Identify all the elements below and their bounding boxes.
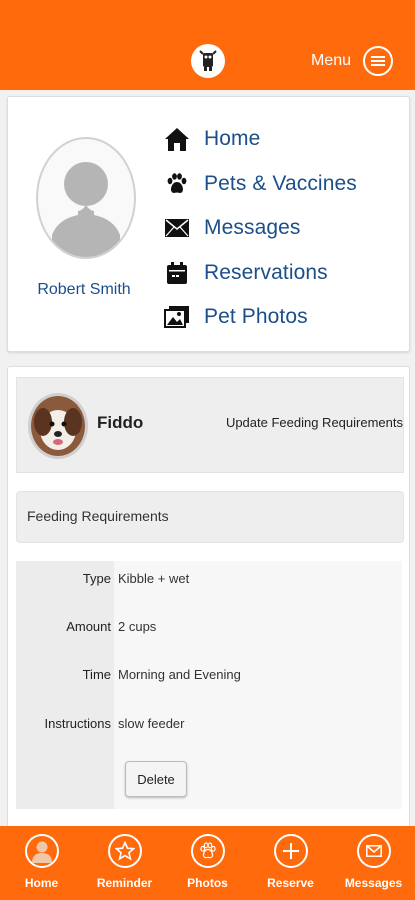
pet-name: Fiddo <box>97 413 144 432</box>
tab-reminder[interactable]: Reminder <box>83 834 166 896</box>
field-value: Morning and Evening <box>118 667 241 682</box>
home-icon <box>163 125 191 153</box>
user-name[interactable]: Robert Smith <box>8 281 160 299</box>
nav-item-home[interactable]: Home <box>163 117 357 162</box>
delete-button[interactable]: Delete <box>125 761 187 797</box>
feeding-row-time: Time Morning and Evening <box>16 667 402 691</box>
field-label: Time <box>82 667 111 682</box>
calendar-icon <box>163 259 191 287</box>
field-label: Instructions <box>44 716 111 731</box>
dog-logo-icon <box>199 50 217 71</box>
person-icon <box>24 834 59 868</box>
pet-feeding-card: Fiddo Update Feeding Requirements Feedin… <box>7 366 410 838</box>
user-avatar <box>36 137 136 259</box>
nav-label-pet-photos: Pet Photos <box>204 305 308 329</box>
app-logo[interactable] <box>191 44 225 78</box>
tab-label-reserve: Reserve <box>267 876 314 890</box>
nav-item-messages[interactable]: Messages <box>163 206 357 251</box>
tab-label-home: Home <box>24 876 59 890</box>
user-silhouette-icon <box>52 162 120 257</box>
paw-icon <box>190 834 225 868</box>
feeding-row-type: Type Kibble + wet <box>16 571 402 595</box>
field-value: 2 cups <box>118 619 157 634</box>
feeding-row-instructions: Instructions slow feeder <box>16 716 402 740</box>
nav-label-messages: Messages <box>204 216 301 240</box>
envelope-icon <box>163 214 191 242</box>
field-value: slow feeder <box>118 716 185 731</box>
tab-label-reminder: Reminder <box>96 876 153 890</box>
envelope-icon <box>356 834 391 868</box>
feeding-title: Feeding Requirements <box>27 508 169 524</box>
paw-icon <box>163 170 191 198</box>
pet-avatar <box>28 393 88 459</box>
tab-label-photos: Photos <box>187 876 228 890</box>
menu-label: Menu <box>310 52 351 69</box>
tab-reserve[interactable]: Reserve <box>249 834 332 896</box>
tab-photos[interactable]: Photos <box>166 834 249 896</box>
field-label: Amount <box>66 619 111 634</box>
nav-label-reservations: Reservations <box>204 260 328 284</box>
nav-label-pets-vaccines: Pets & Vaccines <box>204 171 357 195</box>
feeding-section-header: Feeding Requirements <box>16 491 404 543</box>
feeding-table: Type Kibble + wet Amount 2 cups Time Mor… <box>16 561 402 809</box>
nav-item-pet-photos[interactable]: Pet Photos <box>163 295 357 340</box>
nav-item-pets-vaccines[interactable]: Pets & Vaccines <box>163 162 357 207</box>
photos-icon <box>163 303 191 331</box>
dog-photo-icon <box>31 396 85 456</box>
pet-header: Fiddo Update Feeding Requirements <box>16 377 404 473</box>
tab-home[interactable]: Home <box>0 834 83 896</box>
top-bar: Menu <box>0 0 415 90</box>
field-value: Kibble + wet <box>118 571 190 586</box>
tab-label-messages: Messages <box>344 876 403 890</box>
nav-label-home: Home <box>204 127 261 151</box>
menu-button[interactable]: Menu <box>311 44 393 78</box>
feeding-row-amount: Amount 2 cups <box>16 619 402 643</box>
plus-icon <box>273 834 308 868</box>
update-feeding-link[interactable]: Update Feeding Requirements <box>226 415 403 430</box>
bottom-tab-bar: Home Reminder Photos Reserve Messages <box>0 826 415 900</box>
main-nav: Home Pets & Vaccines Messages Reservatio… <box>163 117 357 340</box>
profile-card: Robert Smith Home Pets & Vaccines Messag… <box>7 96 410 352</box>
nav-item-reservations[interactable]: Reservations <box>163 251 357 296</box>
field-label: Type <box>82 571 111 586</box>
hamburger-icon <box>363 46 393 76</box>
tab-messages[interactable]: Messages <box>332 834 415 896</box>
star-icon <box>107 834 142 868</box>
